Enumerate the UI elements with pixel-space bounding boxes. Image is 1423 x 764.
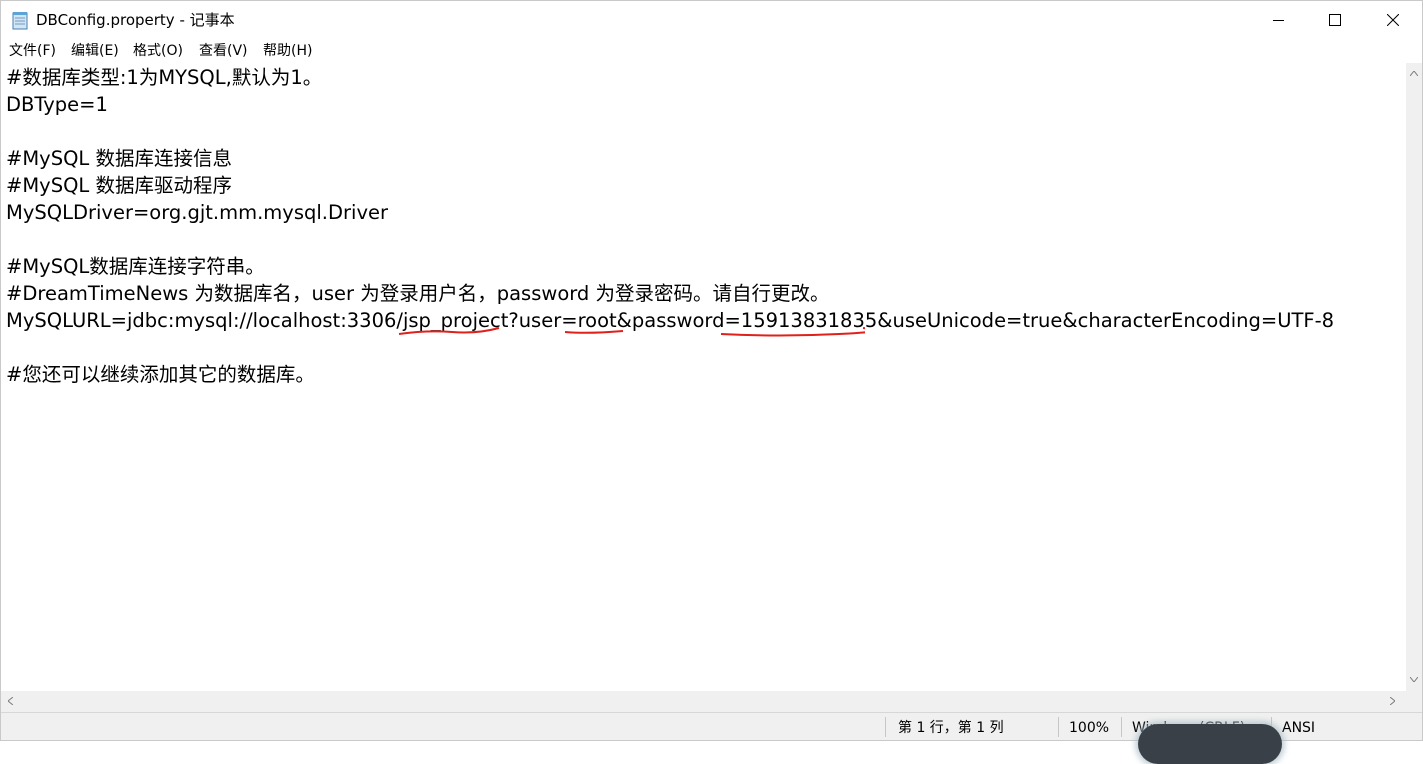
editor-line: #MySQL 数据库驱动程序 xyxy=(6,174,232,197)
editor-line: DBType=1 xyxy=(6,93,108,116)
maximize-button[interactable] xyxy=(1306,1,1364,39)
scrollbar-corner xyxy=(1406,691,1422,712)
editor-line: #DreamTimeNews 为数据库名，user 为登录用户名，passwor… xyxy=(6,282,830,305)
notepad-window: DBConfig.property - 记事本 文件(F) 编辑(E) 格式(O… xyxy=(0,0,1423,764)
floating-overlay-widget[interactable] xyxy=(1138,724,1282,764)
vertical-scrollbar[interactable] xyxy=(1406,63,1422,691)
menu-format[interactable]: 格式(O) xyxy=(133,42,183,60)
menu-bar: 文件(F) 编辑(E) 格式(O) 查看(V) 帮助(H) xyxy=(1,39,1422,63)
status-separator xyxy=(885,717,886,737)
window-title: DBConfig.property - 记事本 xyxy=(36,11,235,29)
editor-line: #MySQL数据库连接字符串。 xyxy=(6,255,265,278)
editor-line: MySQLURL=jdbc:mysql://localhost:3306/jsp… xyxy=(6,309,1335,332)
minimize-icon xyxy=(1273,20,1284,21)
scroll-left-icon[interactable] xyxy=(8,697,13,705)
minimize-button[interactable] xyxy=(1250,1,1308,39)
scroll-down-icon[interactable] xyxy=(1410,677,1418,682)
editor-line: #数据库类型:1为MYSQL,默认为1。 xyxy=(6,66,323,89)
title-bar[interactable]: DBConfig.property - 记事本 xyxy=(1,1,1422,39)
horizontal-scrollbar[interactable] xyxy=(1,691,1406,712)
maximize-icon xyxy=(1329,14,1341,26)
editor-line: MySQLDriver=org.gjt.mm.mysql.Driver xyxy=(6,201,389,224)
scroll-right-icon[interactable] xyxy=(1390,697,1395,705)
menu-file[interactable]: 文件(F) xyxy=(9,42,56,60)
close-button[interactable] xyxy=(1364,1,1422,39)
notepad-icon xyxy=(12,11,29,30)
editor-line: #您还可以继续添加其它的数据库。 xyxy=(6,363,315,386)
status-cursor-position: 第 1 行，第 1 列 xyxy=(898,720,1004,736)
status-zoom: 100% xyxy=(1069,720,1110,736)
scroll-up-icon[interactable] xyxy=(1410,71,1418,76)
close-icon xyxy=(1387,14,1399,26)
text-editor[interactable]: #数据库类型:1为MYSQL,默认为1。 DBType=1 #MySQL 数据库… xyxy=(1,63,1406,691)
menu-help[interactable]: 帮助(H) xyxy=(263,42,312,60)
menu-edit[interactable]: 编辑(E) xyxy=(71,42,119,60)
menu-view[interactable]: 查看(V) xyxy=(199,42,248,60)
status-separator xyxy=(1058,717,1059,737)
status-separator xyxy=(1121,717,1122,737)
editor-line: #MySQL 数据库连接信息 xyxy=(6,147,232,170)
status-encoding: ANSI xyxy=(1282,720,1316,736)
